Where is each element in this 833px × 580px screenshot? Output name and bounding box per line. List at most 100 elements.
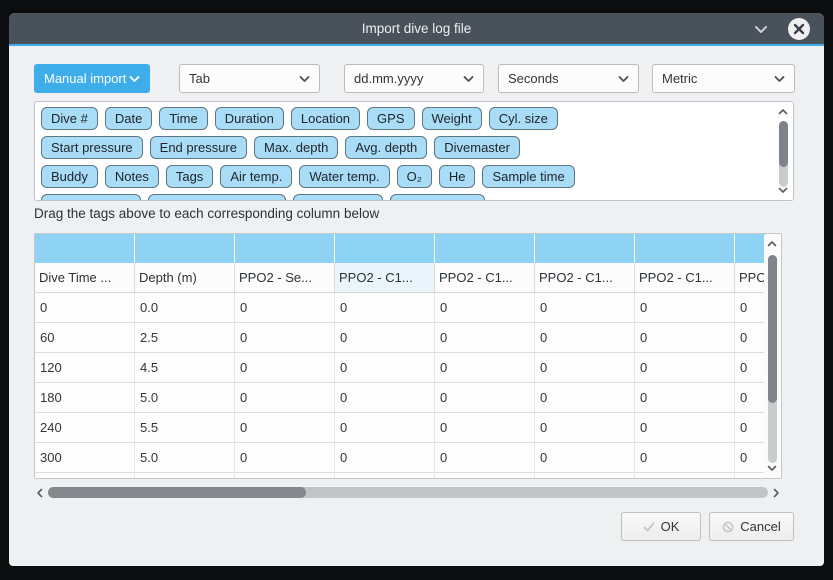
drop-target-cell[interactable] — [535, 234, 635, 263]
import-type-combo[interactable]: Manual import — [34, 64, 150, 93]
tag-tags[interactable]: Tags — [166, 165, 213, 188]
cancel-button-label: Cancel — [740, 519, 780, 534]
close-button[interactable] — [788, 18, 810, 40]
units-combo[interactable]: Metric — [652, 64, 795, 93]
table-cell: 0 — [535, 293, 635, 323]
drop-target-cell[interactable] — [235, 234, 335, 263]
date-format-combo[interactable]: dd.mm.yyyy — [344, 64, 484, 93]
table-cell: 300 — [35, 443, 135, 473]
table-cell: 0 — [535, 323, 635, 353]
table-cell: 120 — [35, 353, 135, 383]
tag-sample-temperature[interactable]: Sample temperature — [148, 194, 286, 201]
table-cell: 5.0 — [135, 443, 235, 473]
tags-scrollbar-thumb[interactable] — [779, 121, 788, 167]
tag-he[interactable]: He — [439, 165, 476, 188]
shade-button[interactable] — [750, 20, 772, 38]
tag-water-temp[interactable]: Water temp. — [299, 165, 389, 188]
table-cell — [135, 473, 235, 479]
table-cell: 0.0 — [135, 293, 235, 323]
table-cell: 0 — [235, 323, 335, 353]
tags-vertical-scrollbar[interactable] — [775, 104, 791, 198]
table-row: 602.5000000 — [35, 323, 766, 353]
column-header: PPO2 - C1... — [435, 263, 535, 293]
tag-notes[interactable]: Notes — [105, 165, 159, 188]
drop-target-cell[interactable] — [35, 234, 135, 263]
drop-target-cell[interactable] — [635, 234, 735, 263]
table-cell: 0 — [635, 323, 735, 353]
scroll-down-icon[interactable] — [778, 186, 788, 194]
combo-label: Manual import — [44, 71, 126, 86]
drop-target-cell[interactable] — [735, 234, 766, 263]
field-separator-combo[interactable]: Tab — [179, 64, 320, 93]
table-cell: 0 — [335, 383, 435, 413]
tag-start-pressure[interactable]: Start pressure — [41, 136, 143, 159]
ok-button[interactable]: OK — [621, 512, 701, 541]
duration-format-combo[interactable]: Seconds — [498, 64, 639, 93]
table-cell: 0 — [635, 353, 735, 383]
import-preview-table: Dive Time ...Depth (m)PPO2 - Se... PPO2 -… — [34, 233, 782, 479]
tag-weight[interactable]: Weight — [422, 107, 482, 130]
table-horizontal-scrollbar[interactable] — [34, 485, 782, 500]
tag-max-depth[interactable]: Max. depth — [254, 136, 338, 159]
drop-target-cell[interactable] — [435, 234, 535, 263]
table-cell: 0 — [635, 413, 735, 443]
tag-air-temp[interactable]: Air temp. — [220, 165, 292, 188]
table-cell: 0 — [435, 383, 535, 413]
combo-label: Seconds — [508, 71, 559, 86]
table-row: 2405.5000000 — [35, 413, 766, 443]
tag-list: Dive # Date Time Duration Location GPS Weight C… — [41, 107, 773, 201]
table-cell — [235, 473, 335, 479]
scroll-up-icon[interactable] — [767, 240, 777, 248]
scroll-left-icon[interactable] — [36, 488, 44, 498]
scroll-down-icon[interactable] — [767, 464, 777, 472]
table-cell: 0 — [335, 413, 435, 443]
column-header: PPO2 - Se... — [235, 263, 335, 293]
column-header: PPO2 - C1... — [535, 263, 635, 293]
tag-duration[interactable]: Duration — [215, 107, 284, 130]
chevron-down-icon — [754, 25, 768, 34]
table-cell: 0 — [235, 353, 335, 383]
scroll-up-icon[interactable] — [778, 108, 788, 116]
table-vertical-scrollbar[interactable] — [764, 235, 780, 477]
h-scrollbar-thumb[interactable] — [48, 487, 306, 498]
tag-buddy[interactable]: Buddy — [41, 165, 98, 188]
column-drop-band — [35, 234, 766, 263]
tag-gps[interactable]: GPS — [367, 107, 414, 130]
tag-dive[interactable]: Dive # — [41, 107, 98, 130]
tag-end-pressure[interactable]: End pressure — [150, 136, 247, 159]
tag-sample-po[interactable]: Sample pO₂ — [293, 194, 383, 201]
cancel-button[interactable]: Cancel — [709, 512, 794, 541]
drop-target-cell[interactable] — [335, 234, 435, 263]
drop-target-cell[interactable] — [135, 234, 235, 263]
table-body: 00.0000000602.50000001204.50000001805.00… — [35, 293, 766, 479]
table-scrollbar-thumb[interactable] — [768, 255, 777, 403]
import-dive-log-dialog: Import dive log file Manual import Tab d… — [9, 13, 824, 566]
tag-location[interactable]: Location — [291, 107, 360, 130]
tag-cyl-size[interactable]: Cyl. size — [489, 107, 558, 130]
instruction-label: Drag the tags above to each correspondin… — [34, 206, 379, 221]
tag-o[interactable]: O₂ — [397, 165, 432, 188]
titlebar-accent-line — [9, 44, 824, 46]
table-cell — [535, 473, 635, 479]
table-row: 1805.0000000 — [35, 383, 766, 413]
column-header: Depth (m) — [135, 263, 235, 293]
titlebar[interactable]: Import dive log file — [9, 13, 824, 44]
table-cell: 0 — [35, 293, 135, 323]
tag-time[interactable]: Time — [159, 107, 207, 130]
tag-sample-depth[interactable]: Sample depth — [41, 194, 141, 201]
table-header-row: Dive Time ...Depth (m)PPO2 - Se... PPO2 -… — [35, 263, 766, 293]
table-cell: 0 — [735, 443, 766, 473]
tag-sample-time[interactable]: Sample time — [482, 165, 574, 188]
tag-row: Start pressure End pressure Max. depth Avg.… — [41, 136, 773, 159]
scroll-right-icon[interactable] — [772, 488, 780, 498]
table-cell: 0 — [435, 323, 535, 353]
table-cell: 60 — [35, 323, 135, 353]
tag-date[interactable]: Date — [105, 107, 152, 130]
tag-sample-cns[interactable]: Sample CNS — [390, 194, 485, 201]
tags-panel: Dive # Date Time Duration Location GPS Weight C… — [34, 101, 794, 201]
column-header: Dive Time ... — [35, 263, 135, 293]
tag-avg-depth[interactable]: Avg. depth — [345, 136, 427, 159]
tag-divemaster[interactable]: Divemaster — [434, 136, 520, 159]
column-header: PPO2 — [735, 263, 766, 293]
table-cell: 0 — [235, 413, 335, 443]
